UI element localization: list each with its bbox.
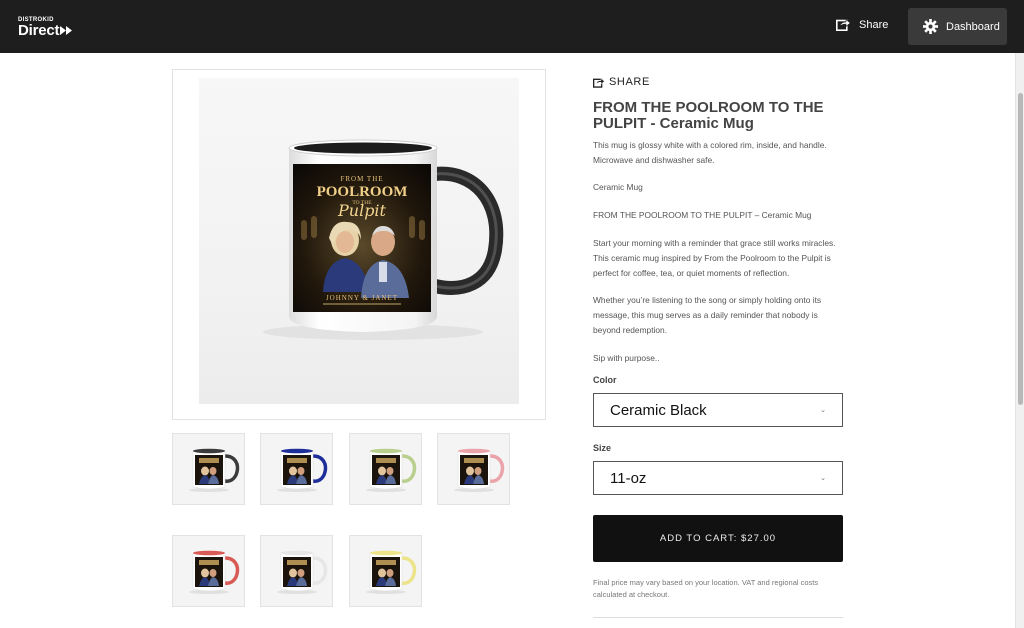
logo-main: Direct — [18, 22, 73, 39]
scrollbar-thumb[interactable] — [1018, 93, 1023, 405]
mug-art-artists: JOHNNY & JANET — [326, 294, 398, 302]
share-icon — [836, 18, 851, 31]
mug-thumbnail-icon — [277, 550, 328, 594]
thumb-pink[interactable] — [437, 433, 510, 505]
add-to-cart-button[interactable]: ADD TO CART: $27.00 — [593, 515, 843, 562]
product-description-4: Start your morning with a reminder that … — [593, 238, 836, 278]
page-scrollbar[interactable] — [1015, 53, 1024, 628]
mug-thumbnail-icon — [189, 550, 240, 594]
product-description-3: FROM THE POOLROOM TO THE PULPIT – Cerami… — [593, 210, 812, 220]
product-description-5: Whether you’re listening to the song or … — [593, 295, 822, 335]
divider — [593, 617, 843, 618]
thumb-black[interactable] — [172, 433, 245, 505]
header-share-button[interactable]: Share — [836, 18, 888, 31]
size-label: Size — [593, 443, 612, 453]
mug-art-line1: FROM THE — [340, 175, 383, 183]
price-disclaimer: Final price may vary based on your locat… — [593, 578, 819, 599]
mug-illustration: FROM THE POOLROOM TO THE Pulpit JOHNNY &… — [263, 139, 504, 340]
thumb-blue[interactable] — [260, 433, 333, 505]
product-share-label: SHARE — [609, 76, 650, 88]
thumb-red[interactable] — [172, 535, 245, 607]
fast-forward-icon — [60, 26, 73, 35]
gear-icon — [923, 19, 938, 34]
thumb-white[interactable] — [260, 535, 333, 607]
mug-thumbnail-icon — [366, 550, 417, 594]
mug-art-line4: Pulpit — [337, 201, 387, 220]
top-navigation-bar: DISTROKID Direct Share Dashboard — [0, 0, 1024, 53]
size-select-value: 11-oz — [610, 469, 647, 487]
mug-thumbnail-icon — [189, 448, 240, 492]
chevron-down-icon: ⌄ — [820, 475, 826, 482]
product-description-1: This mug is glossy white with a colored … — [593, 140, 827, 165]
color-label: Color — [593, 375, 617, 385]
add-to-cart-label: ADD TO CART: $27.00 — [659, 533, 777, 544]
thumb-yellow[interactable] — [349, 535, 422, 607]
color-select[interactable]: Ceramic Black ⌄ — [593, 393, 843, 427]
mug-thumbnail-icon — [454, 448, 505, 492]
product-description-2: Ceramic Mug — [593, 182, 643, 192]
chevron-down-icon: ⌄ — [820, 407, 826, 414]
dashboard-button[interactable]: Dashboard — [908, 8, 1007, 45]
mug-art-line2: POOLROOM — [317, 184, 408, 200]
size-select[interactable]: 11-oz ⌄ — [593, 461, 843, 495]
dashboard-label: Dashboard — [946, 20, 1000, 33]
header-share-label: Share — [859, 18, 889, 31]
color-select-value: Ceramic Black — [610, 401, 707, 419]
share-icon — [593, 77, 605, 88]
product-description-6: Sip with purpose.. — [593, 353, 660, 363]
thumb-green[interactable] — [349, 433, 422, 505]
logo-main-text: Direct — [18, 22, 60, 39]
product-title: FROM THE POOLROOM TO THE PULPIT - Cerami… — [593, 99, 824, 132]
mug-thumbnail-icon — [366, 448, 417, 492]
distrokid-direct-logo[interactable]: DISTROKID Direct — [18, 17, 73, 39]
mug-thumbnail-icon — [277, 448, 328, 492]
product-share-link[interactable]: SHARE — [593, 76, 650, 88]
main-product-image[interactable]: FROM THE POOLROOM TO THE Pulpit JOHNNY &… — [172, 69, 546, 420]
